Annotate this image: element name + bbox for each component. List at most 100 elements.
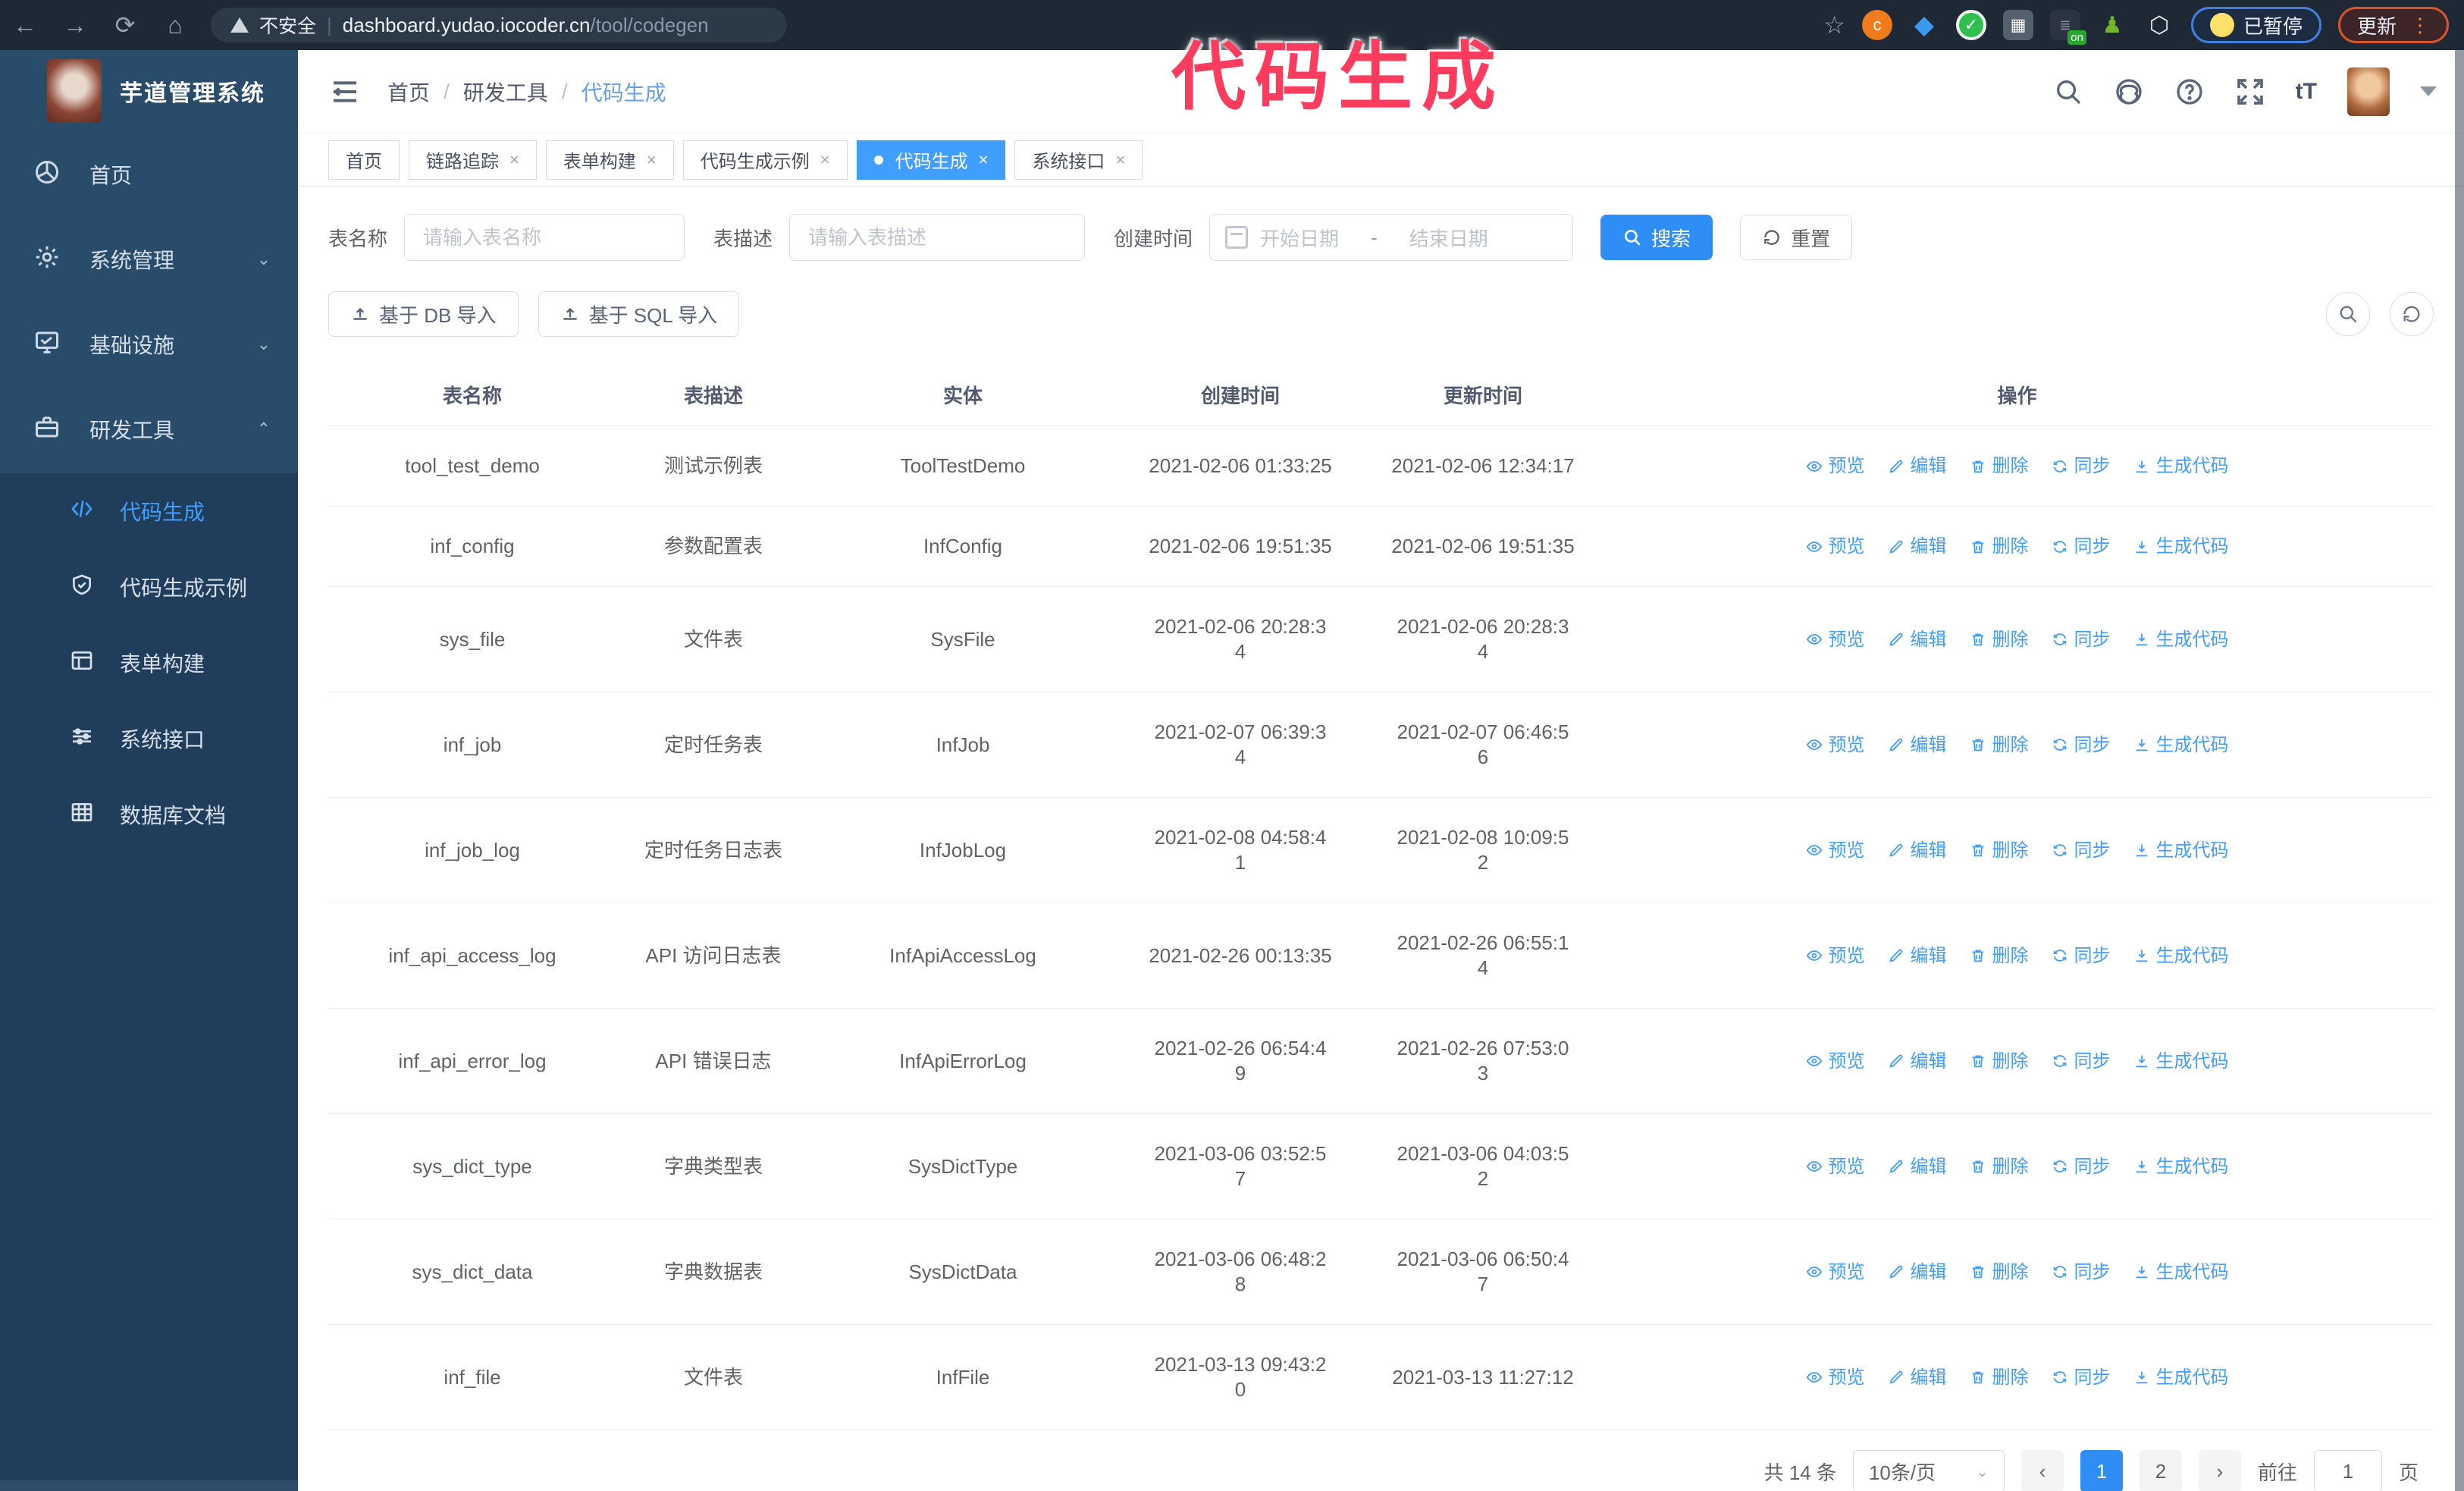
close-icon[interactable]: × [820, 150, 830, 170]
tab-codegen[interactable]: 代码生成 × [856, 140, 1006, 180]
address-bar[interactable]: 不安全 | dashboard.yudao.iocoder.cn/tool/co… [211, 8, 787, 42]
delete-link[interactable]: 删除 [1970, 454, 2029, 479]
tab-form-builder[interactable]: 表单构建 × [545, 140, 674, 180]
page-size-select[interactable]: 10条/页 ⌄ [1852, 1450, 2005, 1491]
sync-link[interactable]: 同步 [2052, 733, 2111, 758]
sidebar-item-system[interactable]: 系统管理 ⌄ [0, 217, 298, 302]
delete-link[interactable]: 删除 [1970, 943, 2029, 968]
tab-system-api[interactable]: 系统接口 × [1014, 140, 1143, 180]
close-icon[interactable]: × [647, 150, 657, 170]
preview-link[interactable]: 预览 [1806, 1154, 1865, 1179]
sync-link[interactable]: 同步 [2052, 1260, 2111, 1285]
user-menu-caret-icon[interactable] [2420, 86, 2437, 96]
search-button[interactable]: 搜索 [1600, 215, 1713, 260]
sidebar-item-form-builder[interactable]: 表单构建 [0, 625, 298, 701]
font-size-icon[interactable]: tT [2296, 79, 2317, 105]
preview-link[interactable]: 预览 [1806, 1049, 1865, 1074]
sidebar-item-db-docs[interactable]: 数据库文档 [0, 777, 298, 852]
app-logo-row[interactable]: 芋道管理系统 [0, 50, 298, 132]
tab-codegen-example[interactable]: 代码生成示例 × [682, 140, 848, 180]
preview-link[interactable]: 预览 [1806, 1365, 1865, 1390]
delete-link[interactable]: 删除 [1970, 1365, 2029, 1390]
extensions-puzzle-icon[interactable]: ⬡ [2144, 10, 2174, 40]
refresh-button[interactable] [2390, 292, 2434, 336]
preview-link[interactable]: 预览 [1806, 454, 1865, 479]
delete-link[interactable]: 删除 [1970, 1049, 2029, 1074]
paused-badge[interactable]: 已暂停 [2190, 7, 2321, 43]
breadcrumb-home[interactable]: 首页 [387, 77, 430, 107]
extension-gem-icon[interactable]: ◆ [1909, 10, 1939, 40]
sync-link[interactable]: 同步 [2052, 838, 2111, 863]
collapse-sidebar-icon[interactable] [328, 77, 362, 107]
generate-code-link[interactable]: 生成代码 [2133, 838, 2229, 863]
goto-page-input[interactable] [2313, 1450, 2382, 1491]
page-button-1[interactable]: 1 [2080, 1450, 2123, 1491]
edit-link[interactable]: 编辑 [1888, 943, 1947, 968]
sync-link[interactable]: 同步 [2052, 943, 2111, 968]
search-icon[interactable] [2053, 77, 2083, 107]
github-icon[interactable] [2114, 77, 2144, 107]
table-name-input[interactable] [404, 214, 685, 261]
generate-code-link[interactable]: 生成代码 [2133, 943, 2229, 968]
close-icon[interactable]: × [979, 150, 989, 170]
fullscreen-icon[interactable] [2235, 77, 2265, 107]
sidebar-item-codegen-example[interactable]: 代码生成示例 [0, 549, 298, 625]
preview-link[interactable]: 预览 [1806, 1260, 1865, 1285]
reset-button[interactable]: 重置 [1740, 215, 1853, 260]
edit-link[interactable]: 编辑 [1888, 1260, 1947, 1285]
reload-icon[interactable]: ⟳ [100, 11, 150, 39]
tab-home[interactable]: 首页 [328, 140, 400, 180]
prev-page-button[interactable]: ‹ [2020, 1450, 2064, 1491]
toggle-search-button[interactable] [2326, 292, 2370, 336]
sync-link[interactable]: 同步 [2052, 627, 2111, 652]
date-range-picker[interactable]: 开始日期 - 结束日期 [1209, 214, 1574, 261]
user-avatar[interactable] [2347, 67, 2390, 116]
forward-icon[interactable]: → [50, 11, 100, 39]
sidebar-item-codegen[interactable]: 代码生成 [0, 473, 298, 549]
edit-link[interactable]: 编辑 [1888, 1154, 1947, 1179]
close-icon[interactable]: × [509, 150, 519, 170]
generate-code-link[interactable]: 生成代码 [2133, 1154, 2229, 1179]
sync-link[interactable]: 同步 [2052, 534, 2111, 559]
extension-grid-icon[interactable]: ▦ [2002, 10, 2033, 40]
generate-code-link[interactable]: 生成代码 [2133, 1365, 2229, 1390]
edit-link[interactable]: 编辑 [1888, 454, 1947, 479]
edit-link[interactable]: 编辑 [1888, 838, 1947, 863]
edit-link[interactable]: 编辑 [1888, 1365, 1947, 1390]
edit-link[interactable]: 编辑 [1888, 733, 1947, 758]
import-sql-button[interactable]: 基于 SQL 导入 [538, 291, 740, 337]
extension-switch-icon[interactable]: ≣ on [2049, 10, 2086, 45]
table-desc-input[interactable] [789, 214, 1086, 261]
sidebar-item-system-api[interactable]: 系统接口 [0, 701, 298, 777]
delete-link[interactable]: 删除 [1970, 627, 2029, 652]
edit-link[interactable]: 编辑 [1888, 534, 1947, 559]
preview-link[interactable]: 预览 [1806, 943, 1865, 968]
breadcrumb-devtools[interactable]: 研发工具 [463, 77, 548, 107]
sync-link[interactable]: 同步 [2052, 454, 2111, 479]
generate-code-link[interactable]: 生成代码 [2133, 733, 2229, 758]
generate-code-link[interactable]: 生成代码 [2133, 627, 2229, 652]
generate-code-link[interactable]: 生成代码 [2133, 454, 2229, 479]
import-db-button[interactable]: 基于 DB 导入 [328, 291, 519, 337]
extension-icon[interactable]: c [1861, 10, 1892, 40]
tab-tracing[interactable]: 链路追踪 × [409, 140, 537, 180]
bookmark-star-icon[interactable]: ☆ [1823, 11, 1845, 39]
back-icon[interactable]: ← [0, 11, 50, 39]
delete-link[interactable]: 删除 [1970, 1260, 2029, 1285]
sync-link[interactable]: 同步 [2052, 1049, 2111, 1074]
sidebar-scrollbar[interactable] [0, 1480, 298, 1491]
sync-link[interactable]: 同步 [2052, 1365, 2111, 1390]
edit-link[interactable]: 编辑 [1888, 627, 1947, 652]
extension-check-icon[interactable]: ✓ [1955, 10, 1986, 40]
page-scrollbar[interactable] [2455, 50, 2464, 1491]
update-button[interactable]: 更新 ⋮ [2337, 7, 2449, 43]
sidebar-item-devtools[interactable]: 研发工具 ⌃ [0, 387, 298, 472]
home-icon[interactable]: ⌂ [150, 11, 200, 39]
generate-code-link[interactable]: 生成代码 [2133, 1049, 2229, 1074]
sidebar-item-home[interactable]: 首页 [0, 132, 298, 217]
delete-link[interactable]: 删除 [1970, 534, 2029, 559]
edit-link[interactable]: 编辑 [1888, 1049, 1947, 1074]
preview-link[interactable]: 预览 [1806, 733, 1865, 758]
delete-link[interactable]: 删除 [1970, 1154, 2029, 1179]
delete-link[interactable]: 删除 [1970, 733, 2029, 758]
